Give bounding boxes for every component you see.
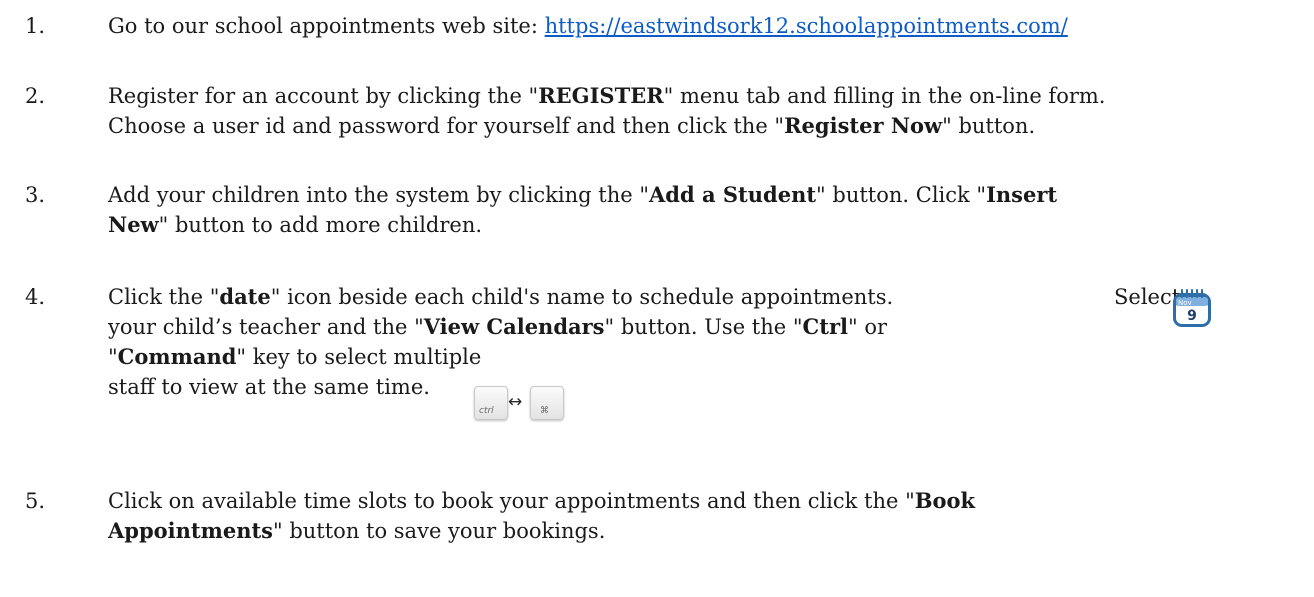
text: Go to our school appointments web site: — [108, 14, 545, 38]
step-text: Click the "date" icon beside each child'… — [108, 282, 1180, 402]
keyword: New — [108, 212, 159, 237]
text: " button to save your bookings. — [273, 519, 606, 543]
text: " menu tab and filling in the on-line fo… — [663, 84, 1106, 108]
ctrl-key-icon: ctrl — [474, 386, 508, 420]
text: your child’s teacher and the " — [108, 315, 424, 339]
step-text: Go to our school appointments web site: … — [108, 11, 1068, 41]
keyword: Add a Student — [649, 182, 817, 207]
step-text: Register for an account by clicking the … — [108, 81, 1105, 141]
text: Register for an account by clicking the … — [108, 84, 539, 108]
step-number: 4. — [25, 285, 46, 309]
step-number: 1. — [25, 14, 46, 38]
command-key-icon: ⌘ — [530, 386, 564, 420]
keyword: View Calendars — [423, 314, 605, 339]
site-link[interactable]: https://eastwindsork12.schoolappointment… — [545, 14, 1068, 38]
clipped-heading-text — [0, 0, 7, 6]
calendar-icon: Nov 9 — [1173, 289, 1211, 327]
text: " or — [848, 315, 888, 339]
text: Choose a user id and password for yourse… — [108, 114, 785, 138]
ctrl-key-label: ctrl — [479, 406, 494, 416]
text: " key to select multiple — [236, 345, 482, 369]
step-number: 5. — [25, 489, 46, 513]
keyword: Insert — [986, 182, 1058, 207]
keyword: REGISTER — [538, 83, 664, 108]
cmd-symbol: ⌘ — [540, 406, 549, 416]
text: " button to add more children. — [158, 213, 483, 237]
text: " button. Use the " — [604, 315, 803, 339]
keyword: Ctrl — [802, 314, 848, 339]
text: " button. — [942, 114, 1036, 138]
text: staff to view at the same time. — [108, 375, 430, 399]
keyword: date — [219, 284, 271, 309]
step-number: 2. — [25, 84, 46, 108]
text: Click the " — [108, 285, 220, 309]
keyword: Book — [914, 488, 976, 513]
command-key-label: ⌘ — [537, 406, 549, 416]
text: Click on available time slots to book yo… — [108, 489, 915, 513]
text: Add your children into the system by cli… — [108, 183, 649, 207]
key-icons: ctrl ↔ ⌘ — [474, 386, 564, 420]
step-text: Add your children into the system by cli… — [108, 180, 1057, 240]
keyword: Appointments — [108, 518, 273, 543]
calendar-month: Nov — [1178, 299, 1192, 307]
clipped-heading — [0, 0, 200, 6]
text: " button. Click " — [816, 183, 987, 207]
text: " — [108, 345, 118, 369]
step-number: 3. — [25, 183, 46, 207]
keyword: Command — [117, 344, 237, 369]
bidirectional-arrow-icon: ↔ — [508, 392, 523, 412]
keyword: Register Now — [784, 113, 943, 138]
text: " icon beside each child's name to sched… — [270, 285, 894, 309]
calendar-day: 9 — [1187, 308, 1197, 324]
step-text: Click on available time slots to book yo… — [108, 486, 975, 546]
